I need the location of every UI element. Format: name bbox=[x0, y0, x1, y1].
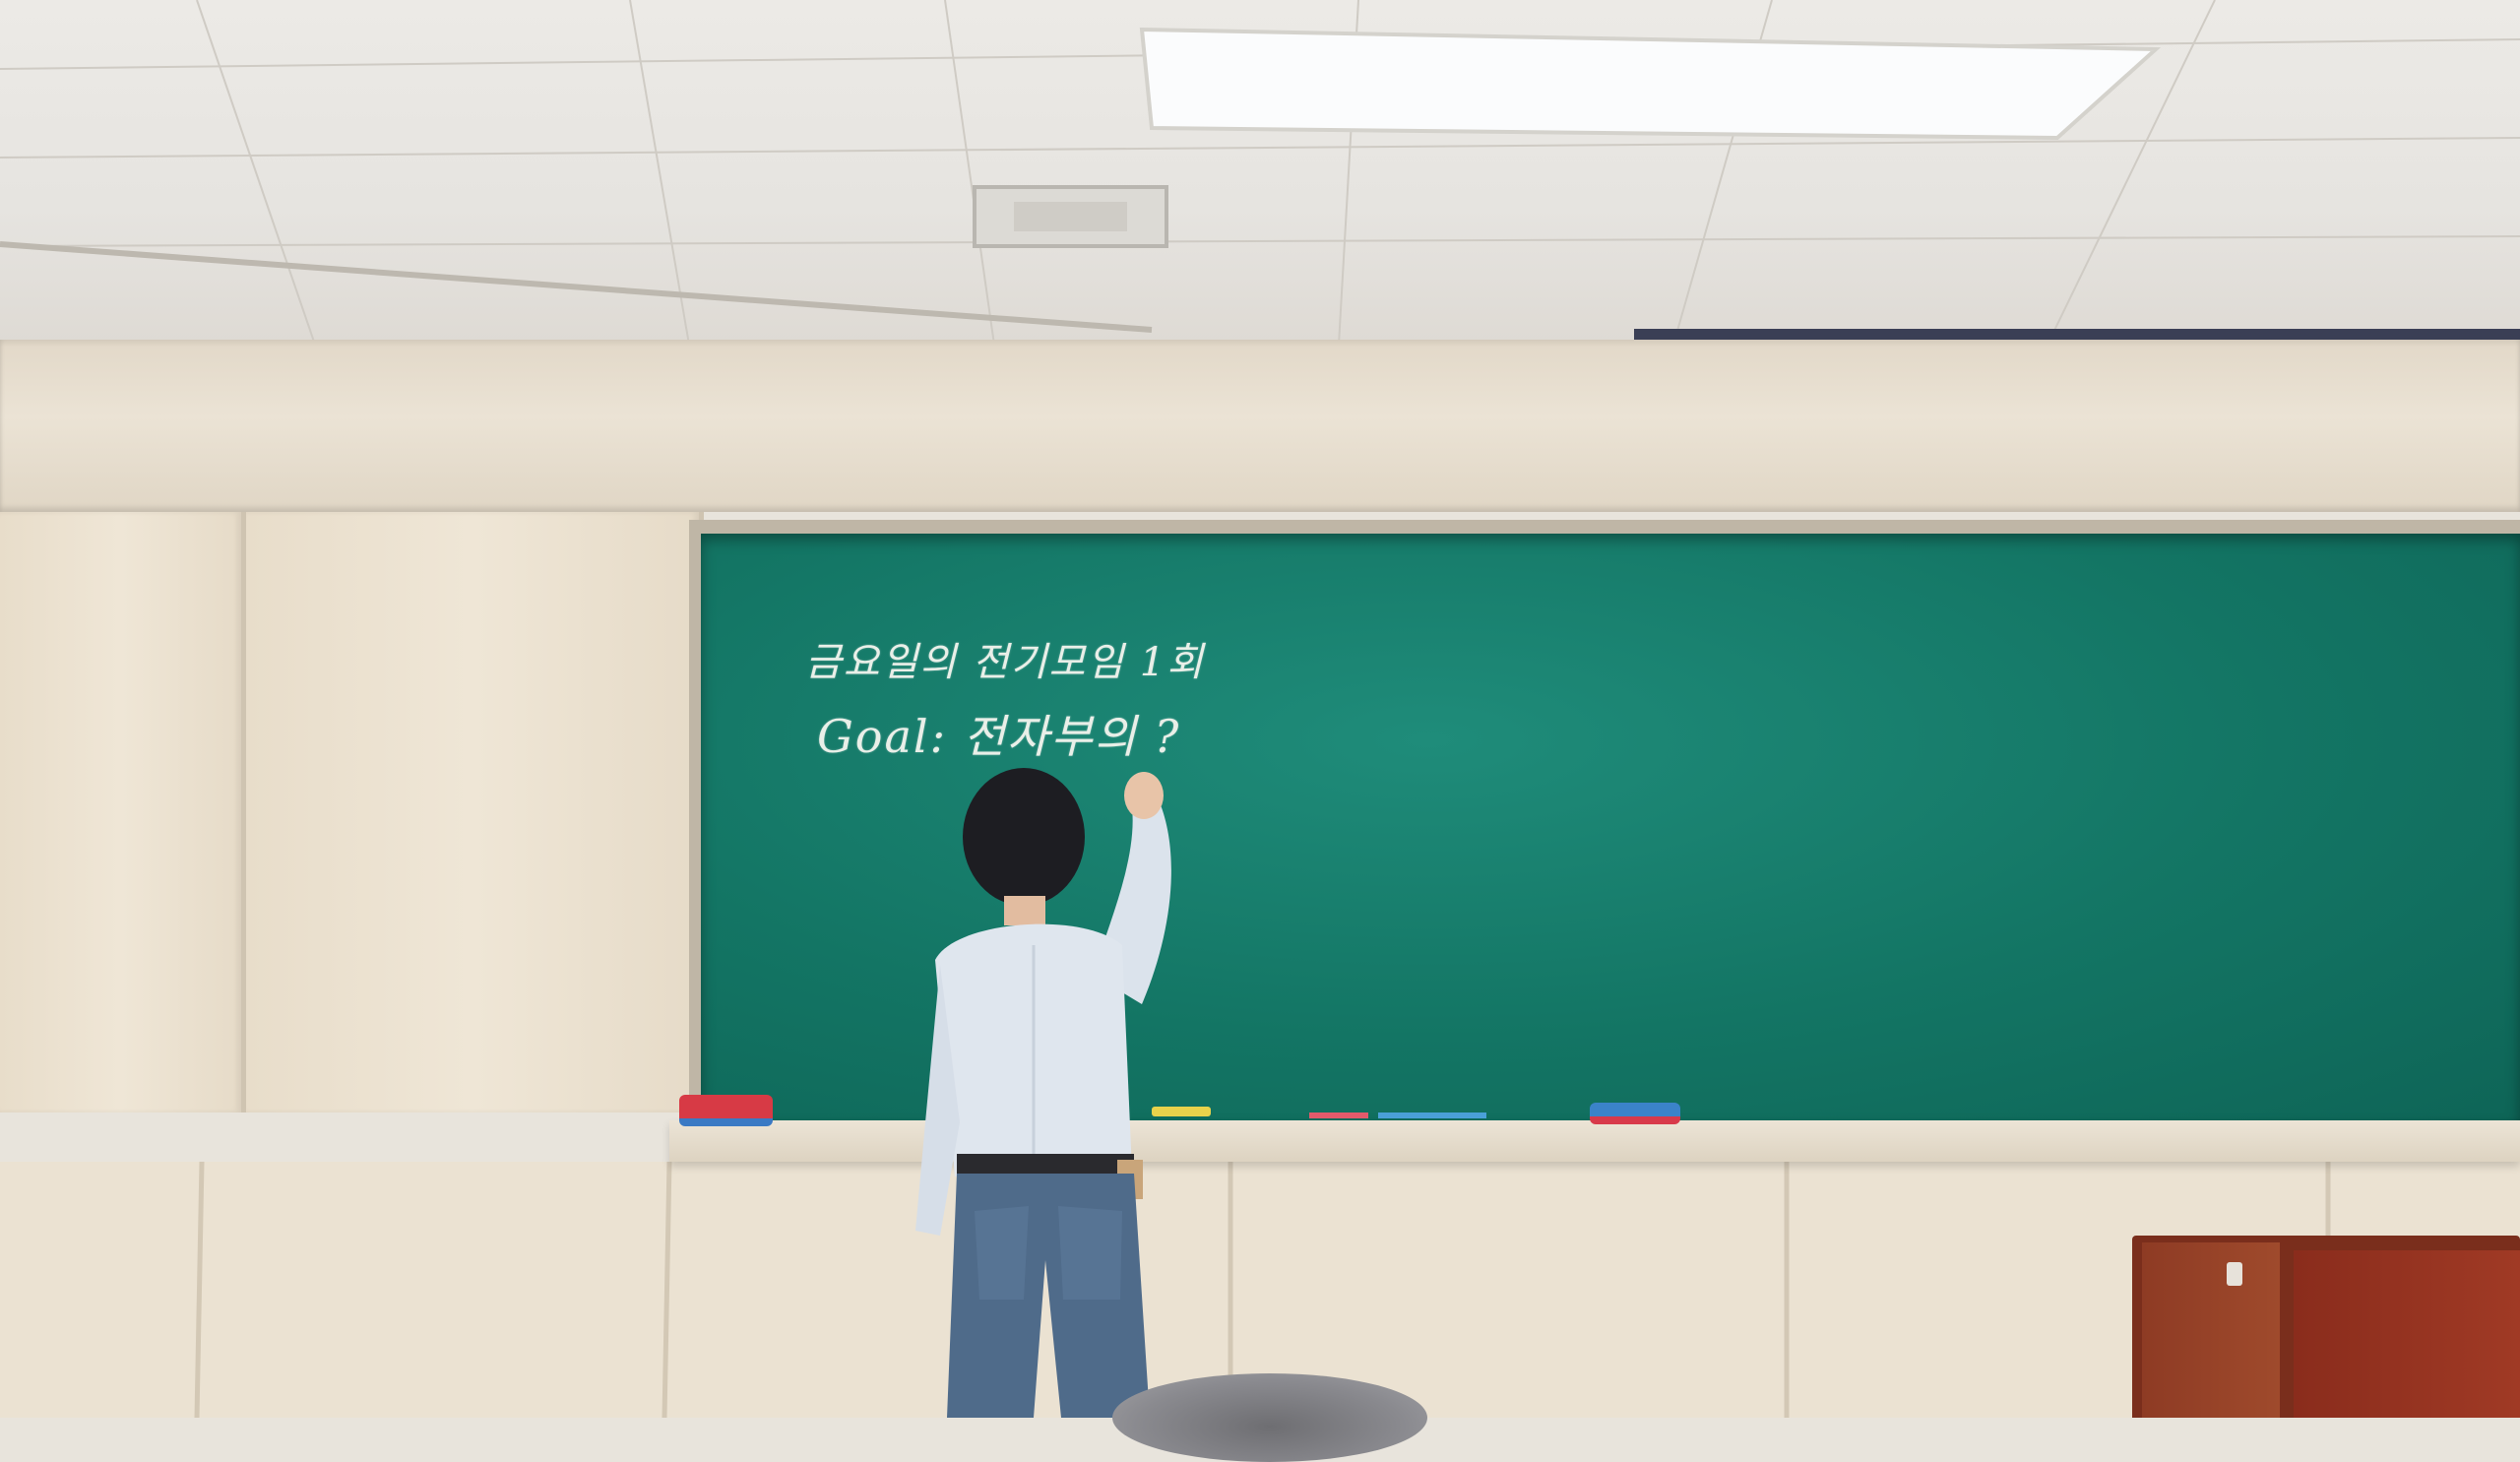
chalk-piece bbox=[1309, 1112, 1368, 1118]
wall-panel bbox=[0, 512, 246, 1112]
ceiling bbox=[0, 0, 2520, 345]
eraser bbox=[679, 1095, 773, 1126]
audience-head bbox=[1112, 1373, 1427, 1462]
ceiling-light bbox=[1139, 27, 2162, 141]
ceiling-tiles bbox=[0, 0, 2520, 345]
chalk-piece bbox=[1378, 1112, 1486, 1118]
wall-panel bbox=[246, 512, 704, 1112]
person-writing bbox=[915, 768, 1171, 1418]
wood-trim-beam bbox=[0, 340, 2520, 512]
eraser bbox=[1590, 1103, 1680, 1124]
door-panel bbox=[2294, 1250, 2520, 1418]
door-sign bbox=[2227, 1262, 2242, 1286]
door-panel bbox=[2142, 1242, 2280, 1418]
chalk-text-line-1: 금요일의 전기모임 1회 bbox=[805, 640, 1206, 685]
